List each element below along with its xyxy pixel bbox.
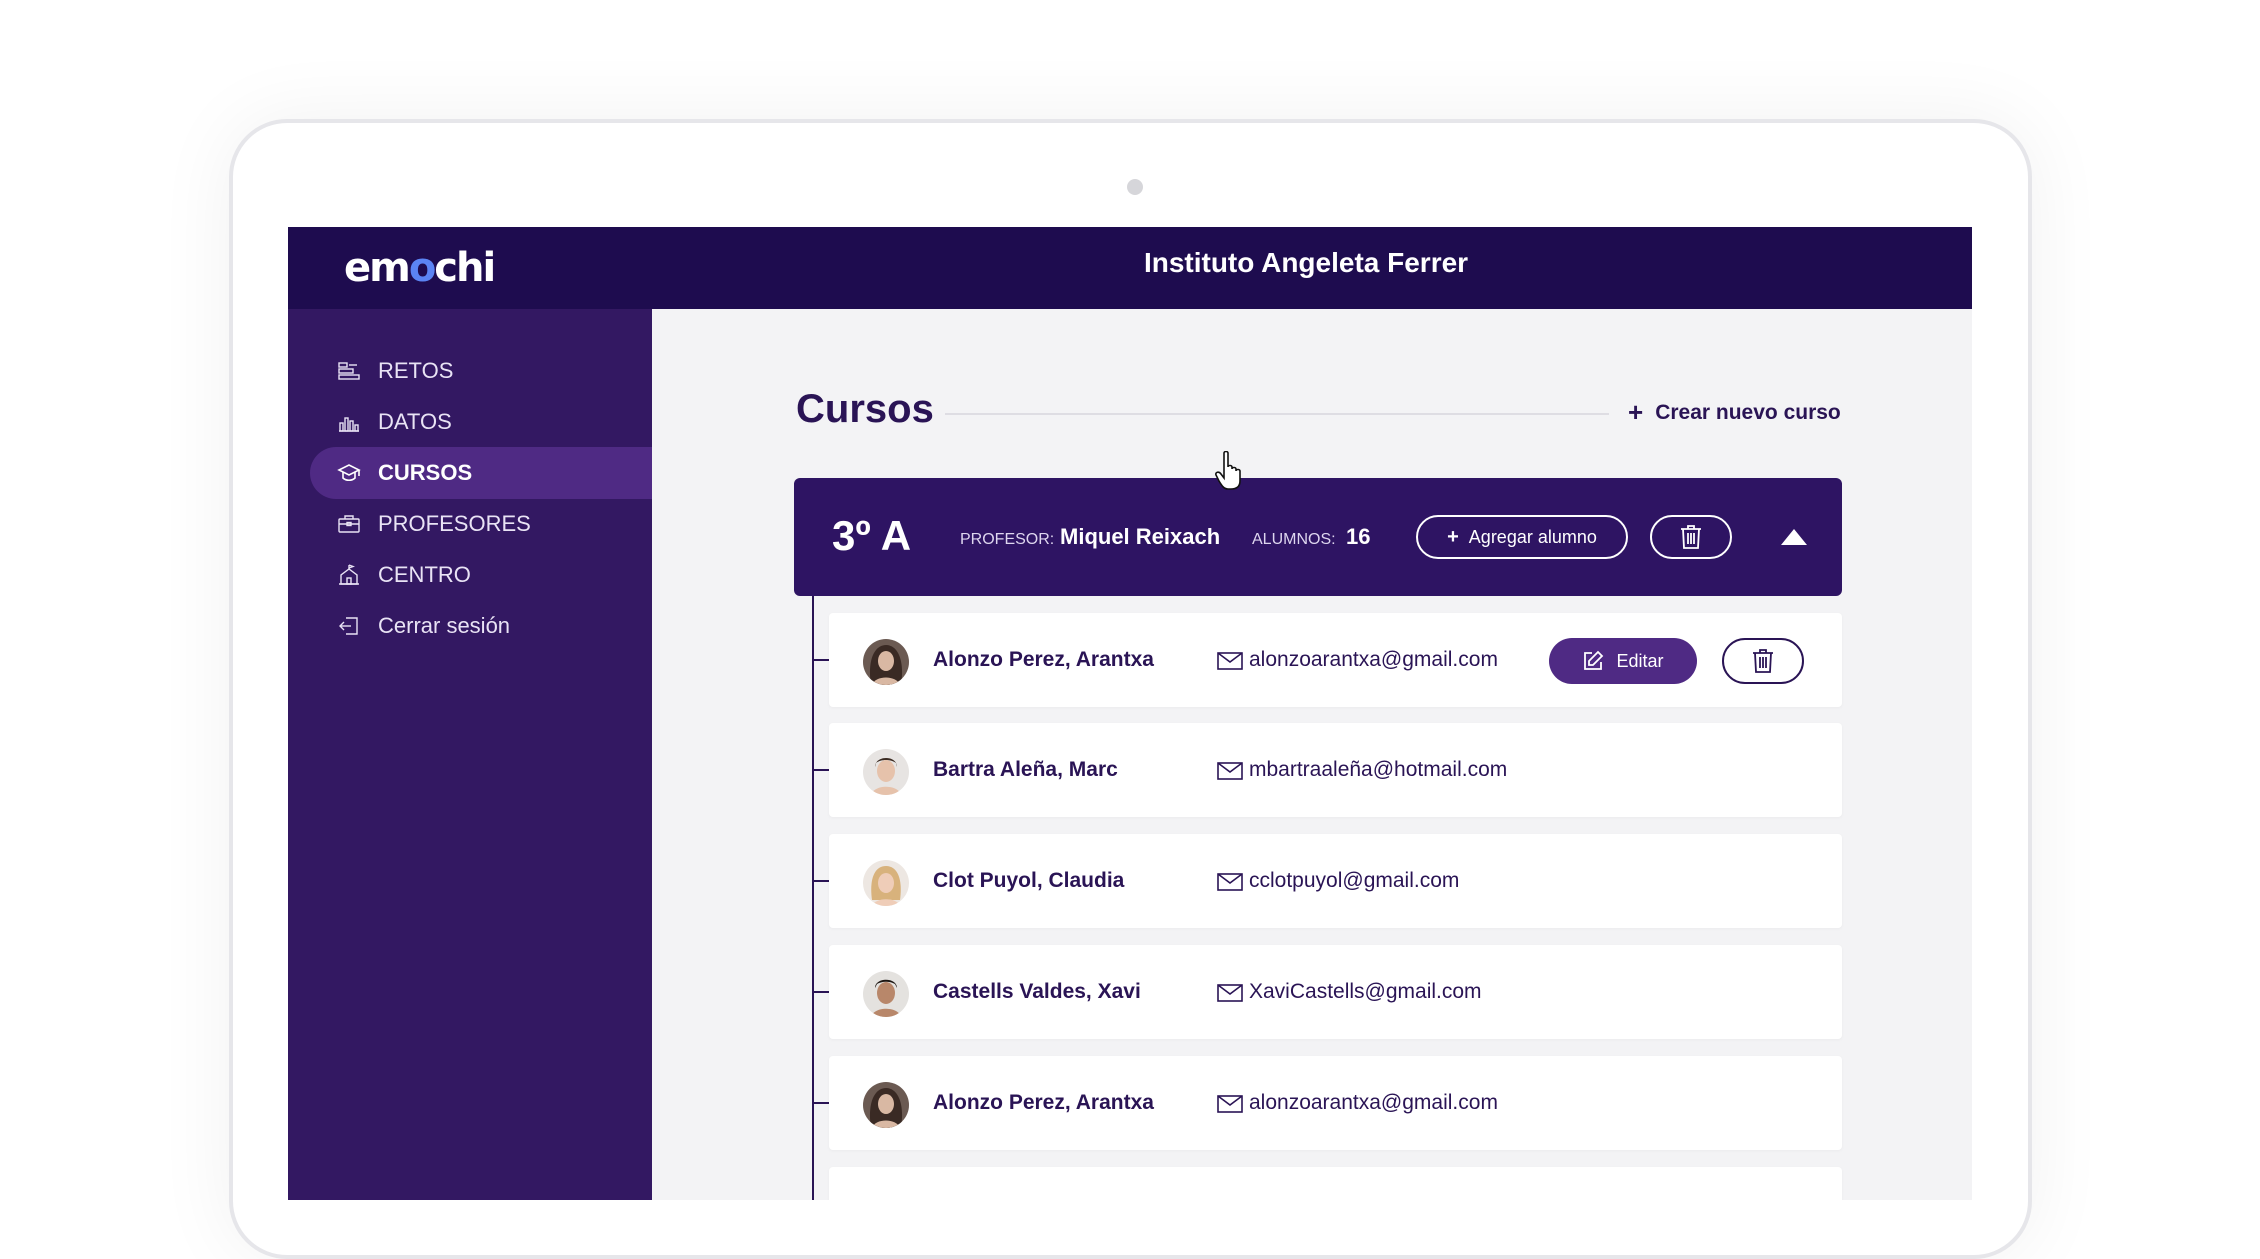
building-icon <box>336 562 362 588</box>
edit-icon <box>1584 650 1604 670</box>
tree-connector <box>812 596 814 1200</box>
app-logo[interactable]: emochi <box>344 243 496 293</box>
trash-icon <box>1753 649 1773 673</box>
sidebar-item-label: DATOS <box>378 409 452 434</box>
challenges-icon <box>336 358 362 384</box>
app-screen: emochi Instituto Angeleta Ferrer RETOS D… <box>288 227 1972 1200</box>
student-name: Clot Puyol, Claudia <box>933 869 1125 892</box>
student-email[interactable]: mbartraaleña@hotmail.com <box>1249 758 1507 782</box>
sidebar-item-profesores[interactable]: PROFESORES <box>310 498 652 550</box>
mail-icon <box>1217 652 1243 670</box>
sidebar-item-label: PROFESORES <box>378 511 531 536</box>
sidebar-item-centro[interactable]: CENTRO <box>310 549 652 601</box>
sidebar: RETOS DATOS CURSOS PROFESORES CENTRO Cer… <box>288 309 652 1200</box>
plus-icon: + <box>1447 525 1459 548</box>
add-student-label: Agregar alumno <box>1468 526 1597 547</box>
student-email[interactable]: XaviCastells@gmail.com <box>1249 980 1482 1004</box>
delete-student-button[interactable] <box>1722 638 1804 684</box>
student-email[interactable]: cclotpuyol@gmail.com <box>1249 869 1459 893</box>
plus-icon: + <box>1628 397 1644 427</box>
bar-chart-icon <box>336 409 362 435</box>
avatar <box>863 749 909 795</box>
caret-up-icon <box>1781 529 1807 545</box>
sidebar-item-label: RETOS <box>378 358 454 383</box>
student-name: Alonzo Perez, Arantxa <box>933 1091 1154 1114</box>
title-divider <box>945 413 1609 415</box>
sidebar-item-label: Cerrar sesión <box>378 613 511 638</box>
edit-student-button[interactable]: Editar <box>1549 638 1697 684</box>
sidebar-item-retos[interactable]: RETOS <box>310 345 652 397</box>
student-row[interactable]: Alonzo Perez, Arantxa alonzoarantxa@gmai… <box>829 1056 1842 1150</box>
course-header: 3º A PROFESOR: Miquel Reixach ALUMNOS: 1… <box>794 478 1842 596</box>
collapse-course-button[interactable] <box>1776 520 1812 554</box>
edit-label: Editar <box>1616 650 1664 671</box>
student-row[interactable]: Alonzo Perez, Arantxa alonzoarantxa@gmai… <box>829 613 1842 707</box>
students-label: ALUMNOS: <box>1252 531 1336 548</box>
sidebar-item-datos[interactable]: DATOS <box>310 396 652 448</box>
logout-icon <box>336 613 362 639</box>
sidebar-item-cerrar-sesion[interactable]: Cerrar sesión <box>310 600 652 652</box>
main-content: Cursos + Crear nuevo curso 3º A PROFESOR… <box>652 309 1972 1200</box>
student-name: Alonzo Perez, Arantxa <box>933 648 1154 671</box>
student-name: Castells Valdes, Xavi <box>933 980 1141 1003</box>
sidebar-item-label: CENTRO <box>378 562 471 587</box>
student-row[interactable]: Castells Valdes, Xavi XaviCastells@gmail… <box>829 945 1842 1039</box>
tree-branch <box>812 880 830 882</box>
page-title: Cursos <box>796 387 934 431</box>
graduation-cap-icon <box>336 460 362 486</box>
mail-icon <box>1217 984 1243 1002</box>
tree-branch <box>812 1102 830 1104</box>
institution-name: Instituto Angeleta Ferrer <box>1143 247 1469 278</box>
delete-course-button[interactable] <box>1650 515 1732 559</box>
logo-wordmark: emochi <box>344 245 496 291</box>
course-name: 3º A <box>832 512 912 559</box>
add-student-button[interactable]: + Agregar alumno <box>1416 515 1628 559</box>
tree-branch <box>812 659 830 661</box>
teacher-name: Miquel Reixach <box>1060 524 1221 549</box>
sidebar-item-cursos[interactable]: CURSOS <box>310 447 652 499</box>
mail-icon <box>1217 1095 1243 1113</box>
avatar <box>863 971 909 1017</box>
tree-branch <box>812 769 830 771</box>
trash-icon <box>1681 525 1701 549</box>
tree-branch <box>812 991 830 993</box>
student-row[interactable]: Bartra Aleña, Marc mbartraaleña@hotmail.… <box>829 723 1842 817</box>
mail-icon <box>1217 762 1243 780</box>
student-name: Bartra Aleña, Marc <box>933 758 1118 781</box>
create-course-label: Crear nuevo curso <box>1655 400 1841 424</box>
top-bar: emochi Instituto Angeleta Ferrer <box>288 227 1972 309</box>
avatar <box>863 1082 909 1128</box>
teacher-label: PROFESOR: <box>960 531 1055 548</box>
create-course-button[interactable]: + Crear nuevo curso <box>1628 397 1841 428</box>
avatar <box>863 860 909 906</box>
hand-cursor-icon <box>1215 451 1241 490</box>
student-row[interactable] <box>829 1167 1842 1200</box>
student-email[interactable]: alonzoarantxa@gmail.com <box>1249 648 1498 672</box>
student-email[interactable]: alonzoarantxa@gmail.com <box>1249 1091 1498 1115</box>
student-row[interactable]: Clot Puyol, Claudia cclotpuyol@gmail.com <box>829 834 1842 928</box>
camera-dot <box>1127 179 1143 195</box>
briefcase-icon <box>336 511 362 537</box>
avatar <box>863 639 909 685</box>
mail-icon <box>1217 873 1243 891</box>
students-count: 16 <box>1346 524 1371 549</box>
sidebar-item-label: CURSOS <box>378 460 473 485</box>
